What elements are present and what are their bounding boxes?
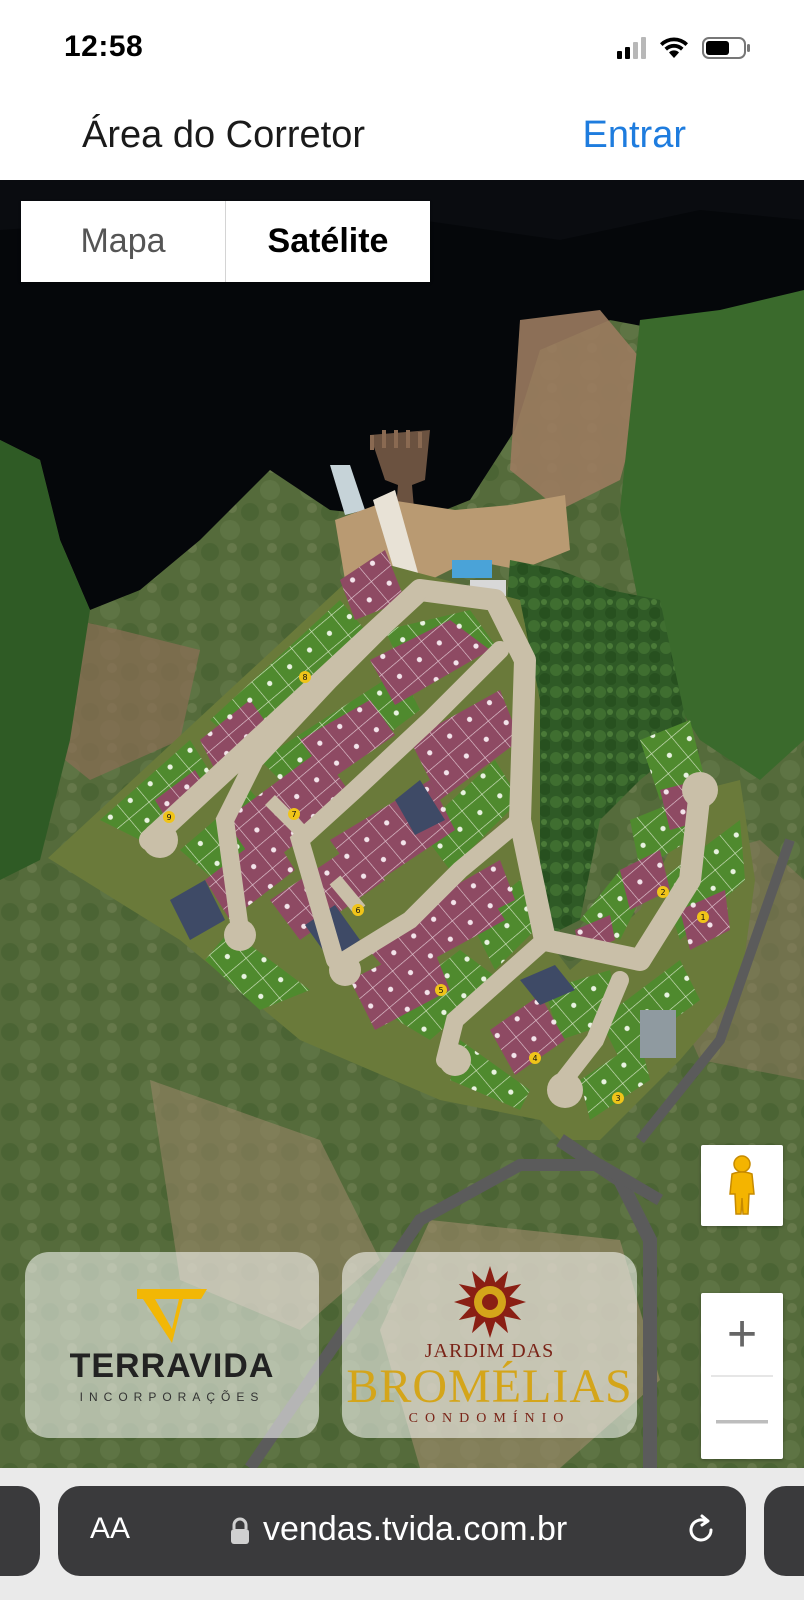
block-marker-3: 3 [615, 1094, 620, 1103]
bromelia-flower-icon [453, 1265, 526, 1338]
status-bar: 12:58 [0, 0, 804, 100]
reload-icon[interactable] [683, 1512, 719, 1548]
pegman-icon [729, 1154, 755, 1215]
bromelias-line2: BROMÉLIAS [346, 1359, 633, 1413]
block-marker-1: 1 [700, 913, 705, 922]
block-marker-5: 5 [438, 986, 443, 995]
map-type-map-button[interactable]: Mapa [21, 201, 225, 282]
status-time: 12:58 [64, 30, 144, 63]
url-text[interactable]: vendas.tvida.com.br [263, 1510, 567, 1549]
zoom-controls: + — [701, 1293, 783, 1459]
previous-tab-peek[interactable] [0, 1486, 40, 1576]
block-marker-4: 4 [532, 1054, 537, 1063]
map-type-toggle: Mapa Satélite [21, 201, 430, 282]
zoom-in-button[interactable]: + [701, 1293, 783, 1375]
zoom-out-button[interactable]: — [701, 1377, 783, 1459]
map-type-satellite-button[interactable]: Satélite [226, 201, 430, 282]
next-tab-peek[interactable] [764, 1486, 804, 1576]
wifi-icon [660, 37, 688, 58]
block-marker-9: 9 [166, 813, 171, 822]
terravida-logo-card: TERRAVIDA INCORPORAÇÕES [25, 1252, 319, 1438]
terravida-subtitle: INCORPORAÇÕES [79, 1389, 265, 1404]
login-link[interactable]: Entrar [583, 114, 686, 157]
page-title: Área do Corretor [82, 114, 366, 156]
street-view-button[interactable] [701, 1145, 783, 1226]
status-icons [617, 36, 752, 60]
lock-icon [231, 1517, 249, 1544]
terravida-name: TERRAVIDA [69, 1346, 275, 1385]
bromelias-logo-card: JARDIM DAS BROMÉLIAS CONDOMÍNIO [342, 1252, 637, 1438]
battery-icon [702, 37, 750, 59]
bromelias-line3: CONDOMÍNIO [408, 1410, 571, 1426]
cellular-signal-icon [617, 37, 646, 59]
block-marker-7: 7 [291, 810, 296, 819]
block-marker-2: 2 [660, 888, 665, 897]
block-marker-8: 8 [302, 673, 307, 682]
reader-settings-button[interactable]: AA [90, 1512, 130, 1546]
block-marker-6: 6 [355, 906, 360, 915]
terravida-v-logo-icon [137, 1288, 207, 1343]
